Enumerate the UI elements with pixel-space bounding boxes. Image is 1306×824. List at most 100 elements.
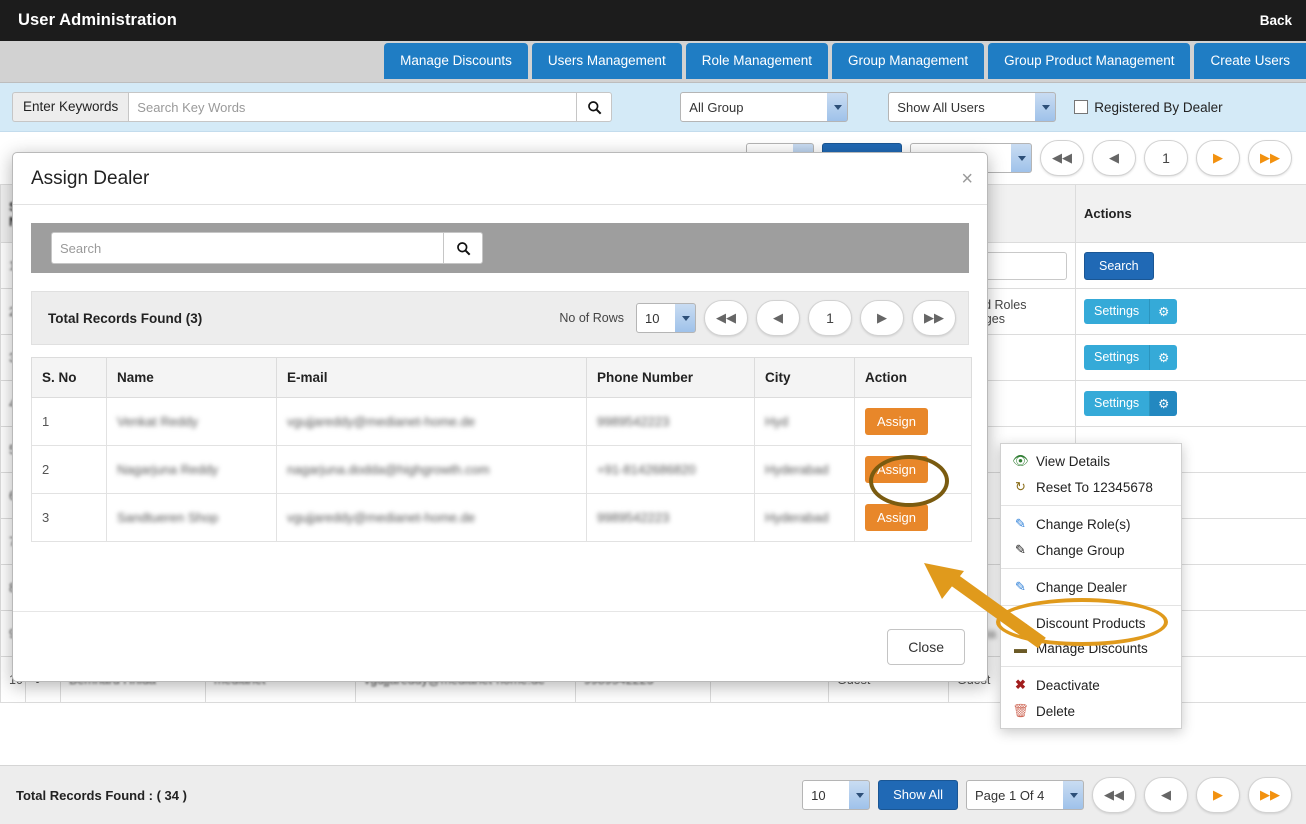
cell-sno: 3 bbox=[31, 493, 107, 542]
bottom-status-bar: Total Records Found : ( 34 ) 10 Show All… bbox=[0, 765, 1306, 824]
modal-rows-select[interactable]: 10 bbox=[636, 303, 696, 333]
bottom-next-page-button[interactable]: ▶ bbox=[1196, 777, 1240, 813]
col-name: Name bbox=[106, 357, 277, 398]
gear-icon[interactable]: ⚙ bbox=[1149, 391, 1178, 416]
minus-icon: ▬ bbox=[1014, 641, 1027, 656]
menu-label: Manage Discounts bbox=[1036, 641, 1148, 656]
tab-group-management[interactable]: Group Management bbox=[832, 43, 985, 79]
top-prev-page-button[interactable]: ◀ bbox=[1092, 140, 1136, 176]
modal-next-page-button[interactable]: ▶ bbox=[860, 300, 904, 336]
top-last-page-button[interactable]: ▶▶ bbox=[1248, 140, 1292, 176]
search-icon bbox=[587, 100, 602, 114]
menu-item-change-group[interactable]: ✎ Change Group bbox=[1001, 537, 1181, 563]
modal-pagination: No of Rows 10 ◀◀ ◀ 1 ▶ ▶▶ bbox=[559, 300, 956, 336]
main-tabs: Manage Discounts Users Management Role M… bbox=[0, 41, 1306, 83]
modal-search-input[interactable] bbox=[51, 232, 443, 264]
modal-records-bar: Total Records Found (3) No of Rows 10 ◀◀… bbox=[31, 291, 969, 345]
cell-phone: 9989542223 bbox=[586, 493, 755, 542]
app-header: User Administration Back bbox=[0, 0, 1306, 41]
cell-actions: Search bbox=[1075, 242, 1306, 289]
menu-label: View Details bbox=[1036, 453, 1111, 469]
table-row: 2 Nagarjuna Reddy nagarjuna.dodda@highgr… bbox=[31, 445, 972, 494]
cell-name: Venkat Reddy bbox=[106, 397, 277, 446]
col-action: Action bbox=[854, 357, 972, 398]
menu-item-deactivate[interactable]: ✖ Deactivate bbox=[1001, 672, 1181, 698]
modal-prev-page-button[interactable]: ◀ bbox=[756, 300, 800, 336]
bottom-rows-select[interactable]: 10 bbox=[802, 780, 871, 810]
menu-divider bbox=[1001, 666, 1181, 667]
menu-divider bbox=[1001, 505, 1181, 506]
bottom-last-page-button[interactable]: ▶▶ bbox=[1248, 777, 1292, 813]
top-next-page-button[interactable]: ▶ bbox=[1196, 140, 1240, 176]
top-first-page-button[interactable]: ◀◀ bbox=[1040, 140, 1084, 176]
cell-sno: 1 bbox=[31, 397, 107, 446]
modal-header: Assign Dealer × bbox=[13, 153, 987, 205]
settings-label: Settings bbox=[1084, 345, 1150, 370]
row-context-menu: 👁 View Details ↻ Reset To 12345678 ✎ Cha… bbox=[1000, 443, 1182, 729]
gear-icon[interactable]: ⚙ bbox=[1149, 345, 1178, 370]
menu-item-change-roles[interactable]: ✎ Change Role(s) bbox=[1001, 511, 1181, 537]
filter-toolbar: Enter Keywords All Group Show All Users … bbox=[0, 83, 1306, 132]
tab-manage-discounts[interactable]: Manage Discounts bbox=[384, 43, 528, 79]
edit-icon: ✎ bbox=[1015, 579, 1026, 594]
search-button[interactable] bbox=[576, 92, 613, 122]
tab-create-users[interactable]: Create Users bbox=[1194, 43, 1306, 79]
users-filter-select[interactable]: Show All Users bbox=[888, 92, 1057, 122]
close-button[interactable]: Close bbox=[887, 628, 965, 665]
tab-users-management[interactable]: Users Management bbox=[531, 43, 682, 79]
col-city: City bbox=[754, 357, 855, 398]
menu-item-view-details[interactable]: 👁 View Details bbox=[1001, 448, 1181, 474]
bottom-first-page-button[interactable]: ◀◀ bbox=[1092, 777, 1136, 813]
assign-button-highlighted[interactable]: Assign bbox=[865, 456, 929, 483]
cell-actions: Settings ⚙ bbox=[1075, 288, 1306, 335]
dealers-table: S. No Name E-mail Phone Number City Acti… bbox=[31, 357, 972, 542]
menu-label: Change Group bbox=[1036, 542, 1125, 558]
menu-label: Discount Products bbox=[1036, 616, 1146, 631]
menu-label: Reset To 12345678 bbox=[1036, 479, 1153, 495]
menu-item-manage-discounts[interactable]: ▬ Manage Discounts bbox=[1001, 636, 1181, 661]
modal-search-bar bbox=[31, 223, 969, 273]
menu-item-discount-products[interactable]: ▬ Discount Products bbox=[1001, 611, 1181, 636]
top-current-page[interactable]: 1 bbox=[1144, 140, 1188, 176]
modal-footer: Close bbox=[13, 611, 987, 681]
close-icon[interactable]: × bbox=[961, 169, 973, 189]
bottom-prev-page-button[interactable]: ◀ bbox=[1144, 777, 1188, 813]
tab-role-management[interactable]: Role Management bbox=[685, 43, 829, 79]
modal-search-button[interactable] bbox=[443, 232, 483, 264]
assign-button[interactable]: Assign bbox=[865, 504, 929, 531]
col-sno: S. No bbox=[31, 357, 107, 398]
bottom-show-all-button[interactable]: Show All bbox=[878, 780, 958, 810]
modal-current-page[interactable]: 1 bbox=[808, 300, 852, 336]
table-row: 3 Sandtueren Shop vgujjareddy@medianet-h… bbox=[31, 493, 972, 542]
row-settings-button-active[interactable]: Settings ⚙ bbox=[1084, 391, 1178, 416]
group-filter-select[interactable]: All Group bbox=[680, 92, 849, 122]
menu-item-change-dealer[interactable]: ✎ Change Dealer bbox=[1001, 574, 1181, 600]
group-filter-wrap: All Group bbox=[680, 92, 849, 122]
menu-divider bbox=[1001, 568, 1181, 569]
trash-icon: 🗑 bbox=[1012, 703, 1029, 718]
assign-button[interactable]: Assign bbox=[865, 408, 929, 435]
tab-group-product-management[interactable]: Group Product Management bbox=[988, 43, 1191, 79]
col-phone: Phone Number bbox=[586, 357, 755, 398]
registered-by-dealer-label: Registered By Dealer bbox=[1094, 99, 1223, 115]
menu-item-delete[interactable]: 🗑 Delete bbox=[1001, 698, 1181, 724]
row-settings-button[interactable]: Settings ⚙ bbox=[1084, 345, 1178, 370]
modal-last-page-button[interactable]: ▶▶ bbox=[912, 300, 956, 336]
cell-email: vgujjareddy@medianet-home.de bbox=[276, 493, 587, 542]
menu-label: Deactivate bbox=[1036, 677, 1100, 693]
back-link[interactable]: Back bbox=[1260, 13, 1292, 28]
modal-first-page-button[interactable]: ◀◀ bbox=[704, 300, 748, 336]
registered-by-dealer-checkbox-wrap[interactable]: Registered By Dealer bbox=[1074, 99, 1223, 115]
registered-by-dealer-checkbox[interactable] bbox=[1074, 100, 1089, 114]
menu-label: Change Role(s) bbox=[1036, 516, 1131, 532]
row-search-button[interactable]: Search bbox=[1084, 251, 1154, 280]
cell-phone: +91-8142686820 bbox=[586, 445, 755, 494]
search-input[interactable] bbox=[128, 92, 577, 122]
menu-item-reset-password[interactable]: ↻ Reset To 12345678 bbox=[1001, 474, 1181, 500]
gear-icon[interactable]: ⚙ bbox=[1149, 299, 1178, 324]
menu-divider bbox=[1001, 605, 1181, 606]
bottom-page-of-select[interactable]: Page 1 Of 4 bbox=[966, 780, 1084, 810]
row-settings-button[interactable]: Settings ⚙ bbox=[1084, 299, 1178, 324]
cell-city: Hyd bbox=[754, 397, 855, 446]
cell-actions: Settings ⚙ bbox=[1075, 334, 1306, 381]
